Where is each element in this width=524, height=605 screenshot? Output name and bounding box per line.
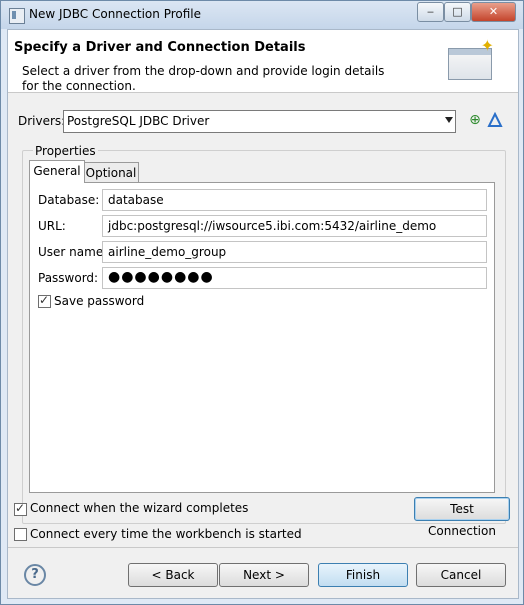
- test-connection-button[interactable]: Test Connection: [414, 497, 510, 538]
- checkmark-icon: ✓: [15, 501, 26, 515]
- connect-every-time-checkbox[interactable]: [14, 528, 27, 541]
- url-label: URL:: [38, 219, 66, 233]
- username-field[interactable]: airline_demo_group: [102, 241, 487, 263]
- password-field[interactable]: ●●●●●●●●: [102, 267, 487, 289]
- help-icon[interactable]: ?: [24, 564, 46, 586]
- window-title: New JDBC Connection Profile: [29, 7, 202, 21]
- chevron-down-icon: [445, 117, 453, 123]
- save-password-label: Save password: [54, 294, 145, 308]
- connect-when-completes-checkbox[interactable]: ✓: [14, 501, 27, 516]
- general-tab-panel: Database: database URL: jdbc:postgresql:…: [29, 182, 495, 493]
- dialog-window: New JDBC Connection Profile ‒ □ ✕ Specif…: [0, 0, 524, 605]
- back-button[interactable]: < Back: [128, 563, 218, 587]
- finish-button[interactable]: Finish: [318, 563, 408, 587]
- new-driver-icon[interactable]: ⊕: [467, 112, 483, 128]
- checkmark-icon: ✓: [39, 293, 50, 307]
- drivers-label: Drivers:: [18, 114, 66, 128]
- app-icon: [9, 8, 25, 24]
- url-field[interactable]: jdbc:postgresql://iwsource5.ibi.com:5432…: [102, 215, 487, 237]
- page-description: Select a driver from the drop-down and p…: [22, 64, 385, 93]
- edit-driver-icon[interactable]: [487, 112, 503, 128]
- database-label: Database:: [38, 193, 100, 207]
- drivers-dropdown[interactable]: PostgreSQL JDBC Driver: [63, 110, 456, 133]
- page-title: Specify a Driver and Connection Details: [14, 40, 306, 55]
- url-value: jdbc:postgresql://iwsource5.ibi.com:5432…: [108, 219, 437, 233]
- next-button[interactable]: Next >: [219, 563, 309, 587]
- footer-divider: [8, 547, 518, 548]
- maximize-button[interactable]: □: [444, 2, 471, 22]
- connect-every-time-label: Connect every time the workbench is star…: [30, 527, 302, 541]
- cancel-button[interactable]: Cancel: [416, 563, 506, 587]
- save-password-checkbox[interactable]: ✓: [38, 293, 51, 308]
- dialog-content: Specify a Driver and Connection Details …: [7, 29, 519, 599]
- minimize-button[interactable]: ‒: [417, 2, 444, 22]
- password-label: Password:: [38, 271, 99, 285]
- password-value: ●●●●●●●●: [108, 269, 214, 285]
- drivers-selected: PostgreSQL JDBC Driver: [67, 114, 210, 128]
- tab-general[interactable]: General: [29, 160, 85, 183]
- properties-group: Properties General Optional Database: da…: [22, 144, 506, 524]
- username-value: airline_demo_group: [108, 245, 227, 259]
- username-label: User name:: [38, 245, 108, 259]
- connect-when-completes-label: Connect when the wizard completes: [30, 501, 249, 515]
- properties-legend: Properties: [33, 144, 98, 158]
- close-button[interactable]: ✕: [471, 2, 516, 22]
- title-bar: New JDBC Connection Profile ‒ □ ✕: [1, 1, 523, 29]
- tab-optional[interactable]: Optional: [83, 162, 139, 183]
- database-value: database: [108, 193, 164, 207]
- wizard-header: Specify a Driver and Connection Details …: [8, 30, 518, 93]
- database-field[interactable]: database: [102, 189, 487, 211]
- wizard-banner-icon: ✦: [448, 38, 494, 82]
